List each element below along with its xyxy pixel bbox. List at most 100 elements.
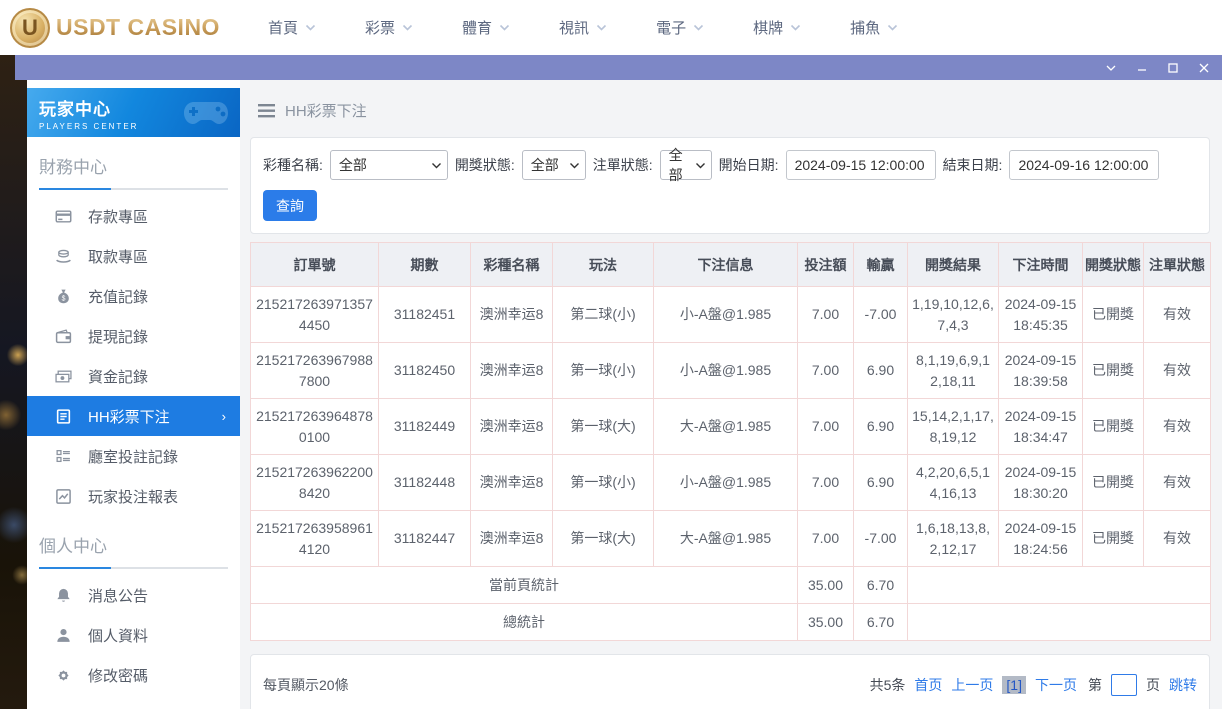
cell-order-status: 有效: [1144, 287, 1211, 343]
next-page-link[interactable]: 下一页: [1035, 675, 1077, 695]
sidebar-item-label: 玩家投注報表: [88, 486, 178, 507]
coin-logo-icon: U: [10, 8, 50, 48]
cell-draw-result: 1,6,18,13,8,2,12,17: [908, 511, 999, 567]
table-row: 215217263962200842031182448澳洲幸运8第一球(小)小-…: [251, 455, 1211, 511]
col-header-order-no: 訂單號: [251, 243, 379, 287]
cell-draw-status: 已開獎: [1083, 343, 1144, 399]
summary-winloss-total: 6.70: [854, 567, 908, 604]
nav-item-6[interactable]: 棋牌: [753, 17, 802, 38]
logo[interactable]: U USDT CASINO: [10, 8, 240, 48]
cell-play-type: 第一球(小): [553, 343, 654, 399]
total-count: 共5条: [870, 675, 906, 695]
sidebar-item-1-4[interactable]: 提現記錄: [27, 316, 240, 356]
sidebar-item-2-2[interactable]: 個人資料: [27, 615, 240, 655]
sidebar-item-label: 充值記錄: [88, 286, 148, 307]
gear-icon: [55, 667, 72, 684]
hamburger-menu-icon[interactable]: [258, 104, 275, 118]
cell-order-status: 有效: [1144, 343, 1211, 399]
sidebar-item-1-8[interactable]: 玩家投注報表: [27, 476, 240, 516]
table-row: 215217263967988780031182450澳洲幸运8第一球(小)小-…: [251, 343, 1211, 399]
summary-bet-total: 35.00: [798, 567, 854, 604]
window-minimize-button[interactable]: [1134, 60, 1150, 76]
nav-item-label: 視訊: [559, 17, 589, 38]
chevron-down-icon: [498, 21, 511, 34]
search-button[interactable]: 查詢: [263, 190, 317, 221]
players-center-banner: 玩家中心 PLAYERS CENTER: [27, 88, 240, 137]
draw-status-label: 開獎狀態:: [455, 155, 515, 175]
logo-text: USDT CASINO: [56, 14, 220, 41]
page-jump-input[interactable]: [1111, 674, 1137, 696]
cell-period: 31182451: [379, 287, 471, 343]
sidebar-item-2-3[interactable]: 修改密碼: [27, 655, 240, 695]
sidebar-item-1-7[interactable]: 廳室投註記錄: [27, 436, 240, 476]
cell-bet-amount: 7.00: [798, 343, 854, 399]
cell-lottery-name: 澳洲幸运8: [471, 287, 553, 343]
cell-period: 31182447: [379, 511, 471, 567]
draw-status-select[interactable]: 全部: [522, 150, 586, 180]
nav-item-2[interactable]: 彩票: [365, 17, 414, 38]
cell-order-no: 2152172639589614120: [251, 511, 379, 567]
sidebar-item-1-5[interactable]: 資金記錄: [27, 356, 240, 396]
cell-draw-result: 8,1,19,6,9,12,18,11: [908, 343, 999, 399]
summary-label: 總統計: [251, 604, 798, 641]
window-titlebar: [15, 55, 1222, 80]
bets-table-wrap: 訂單號期數彩種名稱玩法下注信息投注額輸贏開獎結果下注時間開獎狀態注單狀態 215…: [250, 242, 1210, 641]
col-header-order-status: 注單狀態: [1144, 243, 1211, 287]
nav-item-label: 彩票: [365, 17, 395, 38]
sidebar-item-label: 個人資料: [88, 625, 148, 646]
sidebar-item-label: 提現記錄: [88, 326, 148, 347]
jump-suffix-label: 页: [1146, 675, 1160, 695]
summary-empty: [908, 604, 1211, 641]
sidebar-item-1-2[interactable]: 取款專區: [27, 236, 240, 276]
nav-item-4[interactable]: 視訊: [559, 17, 608, 38]
pagination-bar: 每頁顯示20條 共5条 首页 上一页 [1] 下一页 第 页 跳转: [250, 654, 1210, 709]
window-maximize-button[interactable]: [1165, 60, 1181, 76]
chevron-down-icon: [695, 160, 706, 171]
cell-bet-time: 2024-09-15 18:39:58: [999, 343, 1083, 399]
cell-bet-info: 小-A盤@1.985: [654, 287, 798, 343]
cell-order-no: 2152172639679887800: [251, 343, 379, 399]
nav-item-3[interactable]: 體育: [462, 17, 511, 38]
lottery-name-select[interactable]: 全部: [330, 150, 448, 180]
window-close-button[interactable]: [1196, 60, 1212, 76]
order-status-select[interactable]: 全部: [660, 150, 712, 180]
start-date-input[interactable]: [786, 150, 936, 180]
cell-draw-status: 已開獎: [1083, 399, 1144, 455]
lottery-name-label: 彩種名稱:: [263, 155, 323, 175]
cell-draw-status: 已開獎: [1083, 287, 1144, 343]
summary-empty: [908, 567, 1211, 604]
cell-win-loss: 6.90: [854, 399, 908, 455]
nav-item-label: 電子: [656, 17, 686, 38]
withdraw-hand-icon: [55, 248, 72, 265]
chevron-right-icon: ›: [222, 409, 226, 424]
current-page-indicator: [1]: [1002, 676, 1026, 694]
first-page-link[interactable]: 首页: [914, 675, 942, 695]
section-divider: [39, 188, 228, 190]
sidebar-item-2-1[interactable]: 消息公告: [27, 575, 240, 615]
end-date-input[interactable]: [1009, 150, 1159, 180]
chevron-down-icon: [886, 21, 899, 34]
col-header-draw-result: 開獎結果: [908, 243, 999, 287]
deposit-card-icon: [55, 208, 72, 225]
sidebar-item-label: 取款專區: [88, 246, 148, 267]
sidebar-item-1-6[interactable]: HH彩票下注›: [27, 396, 240, 436]
bets-table: 訂單號期數彩種名稱玩法下注信息投注額輸贏開獎結果下注時間開獎狀態注單狀態 215…: [250, 242, 1211, 641]
cell-draw-status: 已開獎: [1083, 511, 1144, 567]
prev-page-link[interactable]: 上一页: [951, 675, 993, 695]
banknotes-icon: [55, 368, 72, 385]
col-header-win-loss: 輸贏: [854, 243, 908, 287]
nav-item-7[interactable]: 捕魚: [850, 17, 899, 38]
nav-item-5[interactable]: 電子: [656, 17, 705, 38]
sidebar-item-1-3[interactable]: $充值記錄: [27, 276, 240, 316]
chevron-down-icon: [304, 21, 317, 34]
cell-bet-time: 2024-09-15 18:45:35: [999, 287, 1083, 343]
chevron-down-icon: [789, 21, 802, 34]
nav-item-1[interactable]: 首頁: [268, 17, 317, 38]
nav-item-label: 首頁: [268, 17, 298, 38]
sidebar-item-label: 消息公告: [88, 585, 148, 606]
summary-bet-total: 35.00: [798, 604, 854, 641]
cell-bet-time: 2024-09-15 18:30:20: [999, 455, 1083, 511]
sidebar-item-1-1[interactable]: 存款專區: [27, 196, 240, 236]
window-collapse-button[interactable]: [1103, 60, 1119, 76]
jump-button[interactable]: 跳转: [1169, 675, 1197, 695]
